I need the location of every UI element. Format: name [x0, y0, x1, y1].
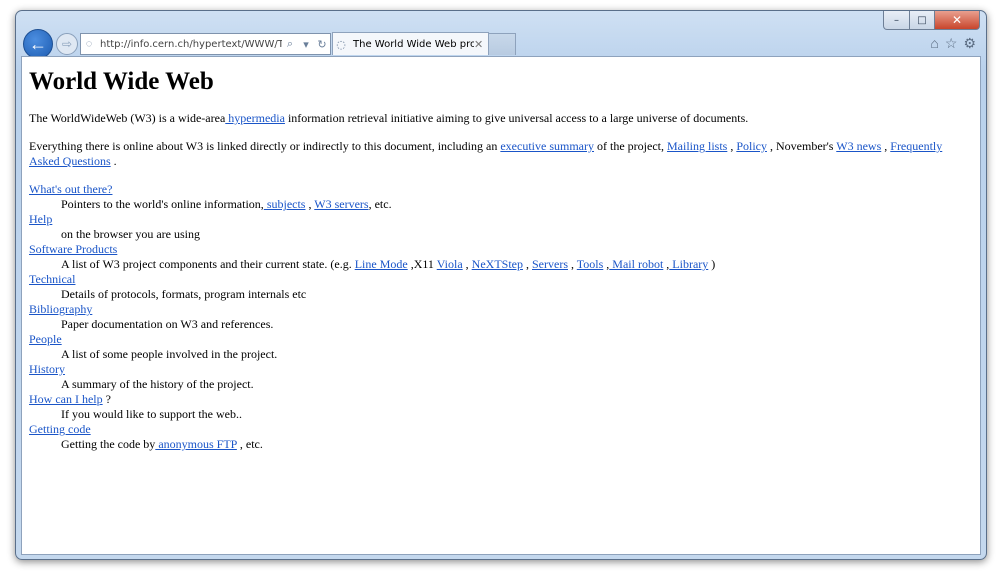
gear-icon[interactable]: ⚙: [963, 35, 976, 52]
list-item-desc: If you would like to support the web..: [61, 407, 242, 421]
desc-text: ): [708, 257, 716, 271]
everything-text-6: .: [110, 154, 117, 168]
forward-button[interactable]: ⇨: [56, 33, 78, 55]
tab-page-icon: ◌: [336, 37, 346, 51]
list-item-desc: on the browser you are using: [61, 227, 200, 241]
intro-paragraph: The WorldWideWeb (W3) is a wide-area hyp…: [29, 111, 973, 126]
tab-close-icon[interactable]: ✕: [474, 38, 488, 51]
link-whats-out-there[interactable]: What's out there?: [29, 182, 112, 196]
tab-world-wide-web[interactable]: ◌ The World Wide Web project ✕: [332, 32, 489, 55]
address-url[interactable]: http://info.cern.ch/hypertext/WWW/ThePr: [97, 39, 282, 50]
everything-paragraph: Everything there is online about W3 is l…: [29, 139, 973, 169]
link-technical[interactable]: Technical: [29, 272, 75, 286]
star-icon[interactable]: ☆: [945, 35, 958, 52]
desc-text: ,: [523, 257, 532, 271]
link-software-products[interactable]: Software Products: [29, 242, 117, 256]
question-mark: ?: [102, 392, 111, 406]
link-how-can-i-help[interactable]: How can I help: [29, 392, 103, 406]
list-item-desc: Pointers to the world's online informati…: [61, 197, 973, 212]
link-viola[interactable]: Viola: [437, 257, 463, 271]
link-nextstep[interactable]: NeXTStep: [472, 257, 523, 271]
forward-arrow-icon: ⇨: [61, 37, 73, 51]
link-people[interactable]: People: [29, 332, 62, 346]
desc-text: ,X11: [407, 257, 437, 271]
maximize-button[interactable]: □: [910, 11, 935, 30]
desc-text: ,: [462, 257, 472, 271]
desc-text: , etc.: [236, 437, 263, 451]
link-mailing-lists[interactable]: Mailing lists: [667, 139, 727, 153]
link-mail-robot[interactable]: Mail robot: [609, 257, 663, 271]
list-item: Software Products: [29, 242, 973, 257]
desc-text: Getting the code by: [61, 437, 156, 451]
link-tools[interactable]: Tools: [577, 257, 604, 271]
back-arrow-icon: ←: [29, 33, 47, 54]
link-subjects[interactable]: subjects: [264, 197, 306, 211]
page-title: World Wide Web: [29, 68, 214, 95]
link-hypermedia[interactable]: hypermedia: [225, 111, 285, 125]
list-item: Bibliography: [29, 302, 973, 317]
browser-window: – □ ✕ ← ⇨ ◌ http://info.cern.ch/hypertex…: [15, 10, 987, 560]
everything-text-5: ,: [881, 139, 891, 153]
list-item: Help: [29, 212, 973, 227]
page-viewport: World Wide Web The WorldWideWeb (W3) is …: [21, 56, 981, 555]
toolbar-icons: ⌂ ☆ ⚙: [930, 35, 976, 52]
close-window-button[interactable]: ✕: [935, 11, 980, 30]
list-item-desc: Details of protocols, formats, program i…: [61, 287, 307, 301]
refresh-icon[interactable]: ↻: [314, 38, 330, 51]
tab-title: The World Wide Web project: [353, 38, 474, 50]
desc-text: ,: [568, 257, 577, 271]
link-w3-news[interactable]: W3 news: [836, 139, 881, 153]
intro-text-1: The WorldWideWeb (W3) is a wide-area: [29, 111, 226, 125]
link-anonymous-ftp[interactable]: anonymous FTP: [155, 437, 237, 451]
link-line-mode[interactable]: Line Mode: [355, 257, 408, 271]
search-icon[interactable]: ⌕: [282, 38, 298, 51]
intro-text-2: information retrieval initiative aiming …: [284, 111, 749, 125]
page-content: World Wide Web The WorldWideWeb (W3) is …: [22, 57, 980, 458]
everything-text-1: Everything there is online about W3 is l…: [29, 139, 501, 153]
list-item: How can I help ?: [29, 392, 973, 407]
link-bibliography[interactable]: Bibliography: [29, 302, 92, 316]
list-item-desc: Paper documentation on W3 and references…: [61, 317, 274, 331]
list-item: Getting code: [29, 422, 973, 437]
desc-text: , etc.: [368, 197, 392, 211]
desc-text: ,: [305, 197, 315, 211]
new-tab-button[interactable]: [488, 33, 516, 55]
dropdown-icon[interactable]: ▾: [298, 38, 314, 51]
desc-text: Pointers to the world's online informati…: [61, 197, 264, 211]
link-w3-servers[interactable]: W3 servers: [314, 197, 368, 211]
everything-text-4: , November's: [767, 139, 837, 153]
page-icon: ◌: [85, 38, 93, 50]
list-item: Technical: [29, 272, 973, 287]
link-servers[interactable]: Servers: [532, 257, 568, 271]
list-item-desc: A list of some people involved in the pr…: [61, 347, 278, 361]
list-item-desc: A summary of the history of the project.: [61, 377, 254, 391]
list-item: History: [29, 362, 973, 377]
link-help[interactable]: Help: [29, 212, 52, 226]
list-item-desc: Getting the code by anonymous FTP , etc.: [61, 437, 973, 452]
link-getting-code[interactable]: Getting code: [29, 422, 91, 436]
back-button[interactable]: ←: [23, 29, 53, 59]
link-history[interactable]: History: [29, 362, 65, 376]
minimize-button[interactable]: –: [883, 11, 910, 30]
desc-text: A list of W3 project components and thei…: [61, 257, 355, 271]
list-item: People: [29, 332, 973, 347]
link-executive-summary[interactable]: executive summary: [500, 139, 594, 153]
home-icon[interactable]: ⌂: [930, 35, 938, 52]
list-item-desc: A list of W3 project components and thei…: [61, 257, 973, 272]
sections-list: What's out there? Pointers to the world'…: [29, 182, 973, 452]
address-bar[interactable]: ◌ http://info.cern.ch/hypertext/WWW/TheP…: [80, 33, 331, 55]
link-policy[interactable]: Policy: [736, 139, 767, 153]
caption-buttons: – □ ✕: [883, 11, 980, 30]
list-item: What's out there?: [29, 182, 973, 197]
everything-text-3: ,: [727, 139, 737, 153]
link-library[interactable]: Library: [669, 257, 708, 271]
everything-text-2: of the project,: [594, 139, 667, 153]
